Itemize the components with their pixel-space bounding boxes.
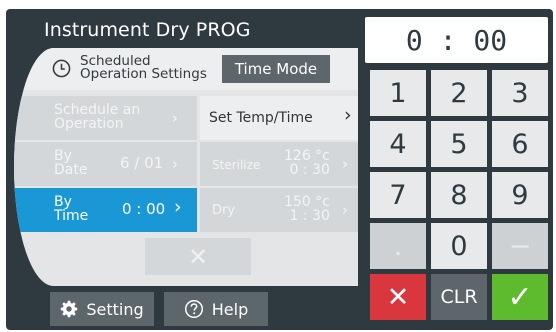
chevron-right-icon: › (172, 109, 178, 127)
schedule-operation-button: Schedule an Operation › (14, 96, 197, 140)
schedule-operation-label: Schedule an Operation (54, 102, 141, 132)
clear-button[interactable]: CLR (431, 274, 487, 320)
sterilize-label: Sterilize (212, 158, 261, 172)
close-icon: ✕ (187, 242, 209, 271)
key-9[interactable]: 9 (492, 172, 548, 218)
key-0[interactable]: 0 (431, 223, 487, 269)
scheduled-settings-label: Scheduled Operation Settings (80, 53, 207, 82)
set-temp-time-label: Set Temp/Time (209, 110, 313, 126)
scheduled-settings-header: Scheduled Operation Settings Time Mode (14, 48, 358, 90)
chevron-right-icon: › (344, 104, 352, 126)
chevron-right-icon: › (342, 201, 348, 219)
schedule-panel: Scheduled Operation Settings Time Mode S… (14, 48, 358, 286)
dry-values: 150 °c 1 : 30 (284, 194, 330, 224)
close-icon: ✕ (386, 281, 410, 313)
sterilize-values: 126 °c 0 : 30 (284, 148, 330, 178)
key-7[interactable]: 7 (370, 172, 426, 218)
page-title: Instrument Dry PROG (44, 19, 251, 41)
by-time-value: 0 : 00 (122, 200, 166, 218)
chevron-right-icon: › (172, 155, 178, 173)
confirm-button[interactable]: ✓ (492, 274, 548, 320)
key-3[interactable]: 3 (492, 70, 548, 116)
key-2[interactable]: 2 (431, 70, 487, 116)
by-time-label: By Time (54, 194, 89, 224)
chevron-right-icon: › (174, 196, 182, 218)
setting-button[interactable]: Setting (50, 292, 154, 326)
sterilize-row: Sterilize 126 °c 0 : 30 › (200, 142, 358, 186)
help-label: Help (211, 299, 249, 319)
help-button[interactable]: Help (164, 292, 268, 326)
gear-icon (61, 300, 78, 318)
by-date-button: By Date 6 / 01 › (14, 142, 197, 186)
dry-label: Dry (212, 203, 236, 218)
key-5[interactable]: 5 (431, 121, 487, 167)
set-temp-time-button[interactable]: Set Temp/Time › (200, 96, 358, 140)
key-minus: − (492, 223, 548, 269)
cancel-schedule-button: ✕ (145, 238, 251, 275)
chevron-right-icon: › (342, 155, 348, 173)
check-icon: ✓ (507, 279, 533, 315)
dry-row: Dry 150 °c 1 : 30 › (200, 188, 358, 232)
clock-icon (52, 59, 71, 78)
help-icon (184, 299, 203, 319)
key-1[interactable]: 1 (370, 70, 426, 116)
key-8[interactable]: 8 (431, 172, 487, 218)
time-display: 0 : 00 (365, 17, 548, 63)
by-date-label: By Date (54, 148, 88, 178)
by-date-value: 6 / 01 (120, 154, 164, 172)
key-6[interactable]: 6 (492, 121, 548, 167)
key-decimal: . (370, 223, 426, 269)
setting-label: Setting (86, 299, 144, 319)
time-mode-button[interactable]: Time Mode (222, 55, 330, 83)
by-time-button[interactable]: By Time 0 : 00 › (14, 188, 197, 232)
key-4[interactable]: 4 (370, 121, 426, 167)
cancel-button[interactable]: ✕ (370, 274, 426, 320)
